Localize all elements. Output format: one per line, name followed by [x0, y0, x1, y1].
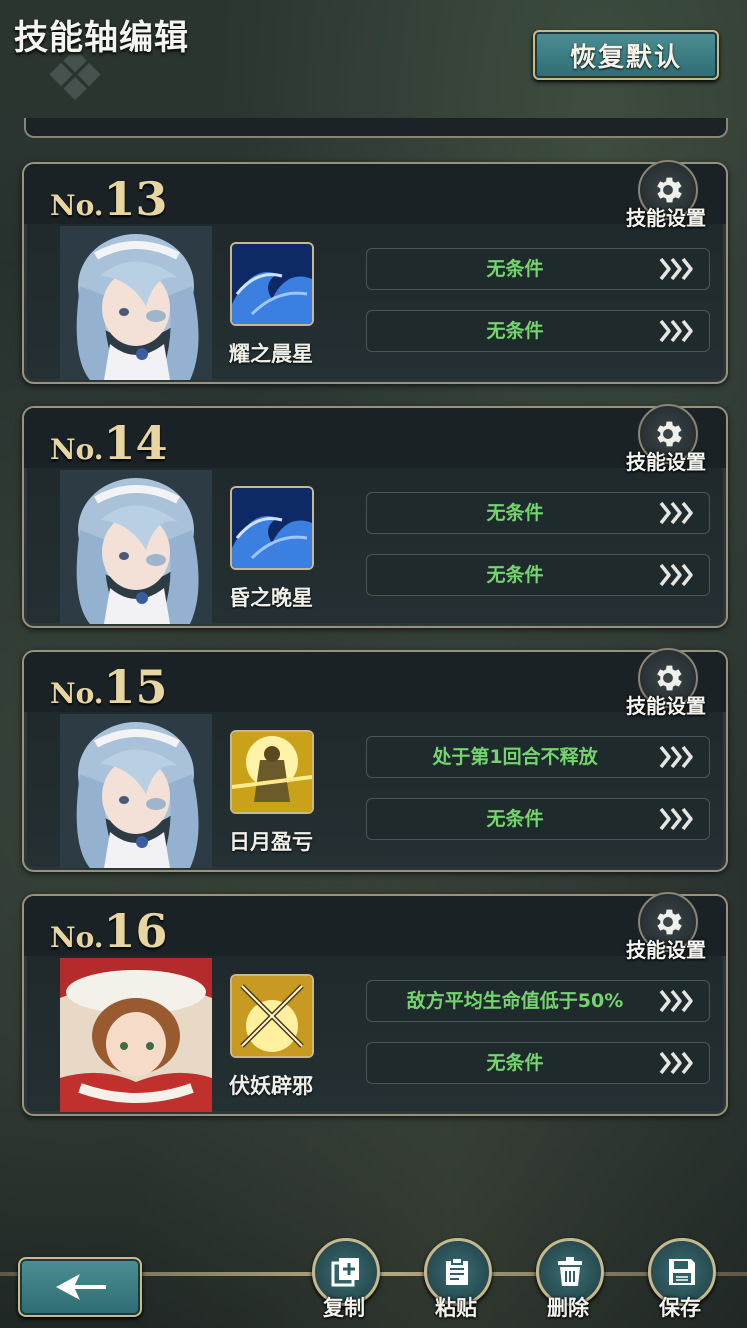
- condition-slot-1[interactable]: 处于第1回合不释放: [366, 736, 710, 778]
- skill-icon[interactable]: [230, 486, 314, 570]
- skill-name: 伏妖辟邪: [229, 1074, 313, 1098]
- condition-text: 无条件: [486, 808, 544, 830]
- page-title: 技能轴编辑: [14, 18, 189, 58]
- condition-slot-1[interactable]: 无条件: [366, 248, 710, 290]
- condition-text: 无条件: [486, 564, 544, 586]
- character-portrait: [60, 714, 212, 868]
- card-number: No.14: [50, 416, 168, 470]
- copy-icon: [331, 1258, 359, 1287]
- previous-card-edge: [24, 118, 728, 138]
- skill-settings-label[interactable]: 技能设置: [622, 690, 710, 719]
- save-button[interactable]: 保存: [642, 1234, 722, 1324]
- card-number: No.16: [50, 904, 168, 958]
- card-number-prefix: No.: [50, 677, 104, 710]
- paste-label: 粘贴: [435, 1296, 477, 1320]
- card-number-prefix: No.: [50, 921, 104, 954]
- condition-text: 无条件: [486, 1052, 544, 1074]
- character-portrait: [60, 470, 212, 624]
- back-arrow-icon: [56, 1274, 106, 1300]
- card-number-prefix: No.: [50, 433, 104, 466]
- reset-default-button[interactable]: 恢复默认: [533, 30, 719, 80]
- condition-slot-2[interactable]: 无条件: [366, 798, 710, 840]
- delete-button[interactable]: 删除: [530, 1234, 610, 1324]
- paste-button[interactable]: 粘贴: [418, 1234, 498, 1324]
- card-number-prefix: No.: [50, 189, 104, 222]
- character-portrait: [60, 226, 212, 380]
- skill-icon[interactable]: [230, 242, 314, 326]
- skill-icon[interactable]: [230, 974, 314, 1058]
- card-number-value: 15: [103, 660, 168, 714]
- back-button[interactable]: [18, 1257, 142, 1317]
- skill-card-14: No.14 技能设置 昏之晚星 无条件 无条件: [22, 404, 728, 628]
- condition-text: 无条件: [486, 320, 544, 342]
- triple-chevron-icon: [659, 501, 693, 525]
- card-number-value: 14: [103, 416, 168, 470]
- condition-slot-1[interactable]: 敌方平均生命值低于50%: [366, 980, 710, 1022]
- skill-card-15: No.15 技能设置 日月盈亏 处于第1回合不释放 无条件: [22, 648, 728, 872]
- condition-slot-2[interactable]: 无条件: [366, 554, 710, 596]
- skill-settings-label[interactable]: 技能设置: [622, 202, 710, 231]
- delete-label: 删除: [547, 1296, 589, 1320]
- condition-slot-2[interactable]: 无条件: [366, 1042, 710, 1084]
- triple-chevron-icon: [659, 563, 693, 587]
- triple-chevron-icon: [659, 319, 693, 343]
- condition-text: 敌方平均生命值低于50%: [406, 990, 624, 1012]
- trash-icon: [558, 1257, 582, 1286]
- save-label: 保存: [659, 1296, 701, 1320]
- condition-slot-1[interactable]: 无条件: [366, 492, 710, 534]
- character-portrait: [60, 958, 212, 1112]
- card-number-value: 13: [103, 172, 168, 226]
- triple-chevron-icon: [659, 257, 693, 281]
- card-number: No.15: [50, 660, 168, 714]
- copy-button[interactable]: 复制: [306, 1234, 386, 1324]
- triple-chevron-icon: [659, 807, 693, 831]
- skill-settings-label[interactable]: 技能设置: [622, 446, 710, 475]
- skill-card-13: No.13 技能设置 耀之晨星 无条件 无条件: [22, 160, 728, 384]
- card-number-value: 16: [103, 904, 168, 958]
- skill-card-16: No.16 技能设置 伏妖辟邪 敌方平均生命值低于50% 无条件: [22, 892, 728, 1116]
- condition-text: 无条件: [486, 502, 544, 524]
- skill-name: 日月盈亏: [229, 830, 313, 854]
- condition-text: 无条件: [486, 258, 544, 280]
- save-disk-icon: [669, 1259, 695, 1285]
- skill-icon[interactable]: [230, 730, 314, 814]
- triple-chevron-icon: [659, 989, 693, 1013]
- paste-icon: [446, 1257, 468, 1285]
- copy-label: 复制: [323, 1296, 365, 1320]
- triple-chevron-icon: [659, 745, 693, 769]
- condition-slot-2[interactable]: 无条件: [366, 310, 710, 352]
- skill-name: 耀之晨星: [229, 342, 313, 366]
- skill-settings-label[interactable]: 技能设置: [622, 934, 710, 963]
- skill-name: 昏之晚星: [229, 586, 313, 610]
- condition-text: 处于第1回合不释放: [432, 746, 598, 768]
- triple-chevron-icon: [659, 1051, 693, 1075]
- card-number: No.13: [50, 172, 168, 226]
